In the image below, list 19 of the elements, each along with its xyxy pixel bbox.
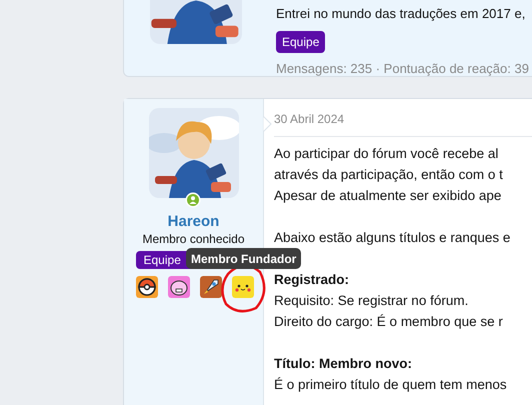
body-text: Direito do cargo: É o membro que se r: [274, 313, 504, 331]
role-badge: Equipe: [276, 31, 326, 53]
section-heading: Título: Membro novo:: [274, 355, 413, 373]
body-text: Abaixo estão alguns títulos e ranques e: [274, 229, 512, 247]
section-heading: Registrado:: [274, 271, 350, 289]
author-title: Membro conhecido: [142, 232, 245, 246]
body-text: É o primeiro título de quem tem menos: [274, 376, 508, 394]
body-text: Ao participar do fórum você recebe al: [274, 145, 500, 163]
pokeball-icon[interactable]: [136, 276, 158, 298]
body-text: através da participação, então com o t: [274, 166, 504, 184]
body-text: Apesar de atualmente ser exibido ape: [274, 187, 502, 205]
blob-face-icon[interactable]: [168, 276, 190, 298]
post-stats: Mensagens: 235 · Pontuação de reação: 39: [276, 60, 529, 78]
post-date[interactable]: 30 Abril 2024: [274, 112, 344, 126]
tooltip: Membro Fundador: [186, 248, 302, 269]
author-name[interactable]: Hareon: [168, 212, 220, 232]
bio-text: Entrei no mundo das traduções em 2017 e,: [276, 5, 526, 23]
smiley-face-icon[interactable]: [232, 276, 254, 298]
body-text: Requisito: Se registrar no fórum.: [274, 292, 470, 310]
